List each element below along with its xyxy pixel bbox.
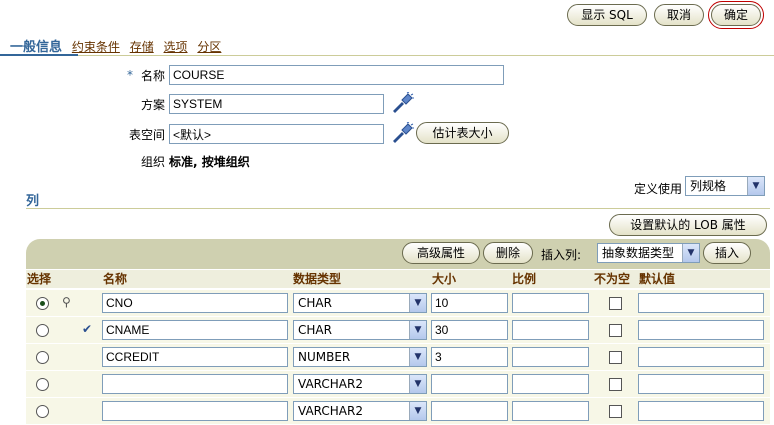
row-select-radio[interactable] [36, 405, 49, 418]
tab-general[interactable]: 一般信息 [10, 40, 62, 55]
datatype-value: CHAR [298, 323, 332, 337]
not-null-checkbox[interactable] [609, 405, 622, 418]
size-input[interactable] [431, 374, 508, 394]
size-input[interactable] [431, 401, 508, 421]
delete-button[interactable]: 删除 [483, 242, 533, 264]
chevron-down-icon: ▼ [409, 402, 426, 420]
tab-storage[interactable]: 存储 [130, 40, 154, 54]
scale-input[interactable] [512, 293, 589, 313]
header-scale: 比例 [512, 272, 537, 286]
column-name-input[interactable] [102, 374, 288, 394]
organization-label: 组织 [140, 155, 165, 169]
datatype-select[interactable]: NUMBER ▼ [293, 347, 427, 367]
table-row: ⚲ CHAR ▼ [26, 290, 770, 317]
table-row: VARCHAR2 ▼ [26, 371, 770, 398]
insert-button[interactable]: 插入 [703, 242, 751, 264]
chevron-down-icon: ▼ [747, 177, 764, 195]
scale-input[interactable] [512, 401, 589, 421]
insert-column-label: 插入列: [541, 248, 582, 262]
tab-constraints[interactable]: 约束条件 [72, 40, 120, 54]
chevron-down-icon: ▼ [682, 244, 699, 262]
chevron-down-icon: ▼ [409, 294, 426, 312]
insert-type-select[interactable]: 抽象数据类型 ▼ [597, 243, 700, 263]
define-using-label: 定义使用 [634, 182, 683, 196]
row-select-radio[interactable] [36, 324, 49, 337]
chevron-down-icon: ▼ [409, 321, 426, 339]
schema-input[interactable] [169, 94, 384, 114]
datatype-value: VARCHAR2 [298, 404, 363, 418]
estimate-table-size-button[interactable]: 估计表大小 [416, 122, 509, 144]
size-input[interactable] [431, 320, 508, 340]
tab-partitions[interactable]: 分区 [197, 40, 221, 54]
header-datatype: 数据类型 [293, 272, 342, 286]
organization-value: 标准, 按堆组织 [169, 155, 250, 169]
column-name-input[interactable] [102, 320, 288, 340]
cancel-button[interactable]: 取消 [654, 4, 704, 26]
chevron-down-icon: ▼ [409, 348, 426, 366]
header-default: 默认值 [639, 272, 676, 286]
not-null-checkbox[interactable] [609, 297, 622, 310]
set-default-lob-button[interactable]: 设置默认的 LOB 属性 [609, 214, 767, 236]
column-name-input[interactable] [102, 347, 288, 367]
tab-active-underline [0, 54, 78, 56]
tab-bar: 一般信息 约束条件 存储 选项 分区 [10, 36, 770, 56]
tablespace-label: 表空间 [128, 128, 165, 142]
default-value-input[interactable] [638, 320, 764, 340]
tablespace-input[interactable] [169, 124, 384, 144]
default-value-input[interactable] [638, 293, 764, 313]
columns-section-title: 列 [26, 194, 40, 209]
not-null-checkbox[interactable] [609, 324, 622, 337]
chevron-down-icon: ▼ [409, 375, 426, 393]
header-not-null: 不为空 [594, 272, 631, 286]
not-null-checkbox[interactable] [609, 351, 622, 364]
ok-button[interactable]: 确定 [708, 1, 764, 29]
header-size: 大小 [432, 272, 457, 286]
datatype-value: CHAR [298, 296, 332, 310]
primary-key-icon: ⚲ [62, 295, 71, 309]
header-select: 选择 [27, 272, 52, 286]
scale-input[interactable] [512, 374, 589, 394]
datatype-value: VARCHAR2 [298, 377, 363, 391]
header-name: 名称 [103, 272, 128, 286]
name-label: 名称 [140, 69, 165, 83]
define-using-select[interactable]: 列规格 ▼ [685, 176, 765, 196]
row-select-radio[interactable] [36, 297, 49, 310]
schema-label: 方案 [140, 98, 165, 112]
datatype-select[interactable]: CHAR ▼ [293, 293, 427, 313]
tab-divider [0, 55, 774, 56]
default-value-input[interactable] [638, 374, 764, 394]
datatype-select[interactable]: VARCHAR2 ▼ [293, 401, 427, 421]
column-name-input[interactable] [102, 401, 288, 421]
show-sql-button[interactable]: 显示 SQL [567, 4, 647, 26]
table-row: ✔ CHAR ▼ [26, 317, 770, 344]
table-row: VARCHAR2 ▼ [26, 398, 770, 425]
checkmark-icon: ✔ [82, 322, 93, 336]
advanced-attributes-button[interactable]: 高级属性 [402, 242, 480, 264]
datatype-value: NUMBER [298, 350, 351, 364]
scale-input[interactable] [512, 347, 589, 367]
scale-input[interactable] [512, 320, 589, 340]
table-row: NUMBER ▼ [26, 344, 770, 371]
datatype-select[interactable]: CHAR ▼ [293, 320, 427, 340]
size-input[interactable] [431, 347, 508, 367]
datatype-select[interactable]: VARCHAR2 ▼ [293, 374, 427, 394]
table-name-input[interactable] [169, 65, 504, 85]
column-name-input[interactable] [102, 293, 288, 313]
default-value-input[interactable] [638, 347, 764, 367]
row-select-radio[interactable] [36, 378, 49, 391]
columns-divider [26, 208, 770, 209]
tab-options[interactable]: 选项 [164, 40, 188, 54]
default-value-input[interactable] [638, 401, 764, 421]
row-select-radio[interactable] [36, 351, 49, 364]
not-null-checkbox[interactable] [609, 378, 622, 391]
flashlight-icon[interactable] [390, 92, 414, 114]
flashlight-icon[interactable] [390, 122, 414, 144]
size-input[interactable] [431, 293, 508, 313]
